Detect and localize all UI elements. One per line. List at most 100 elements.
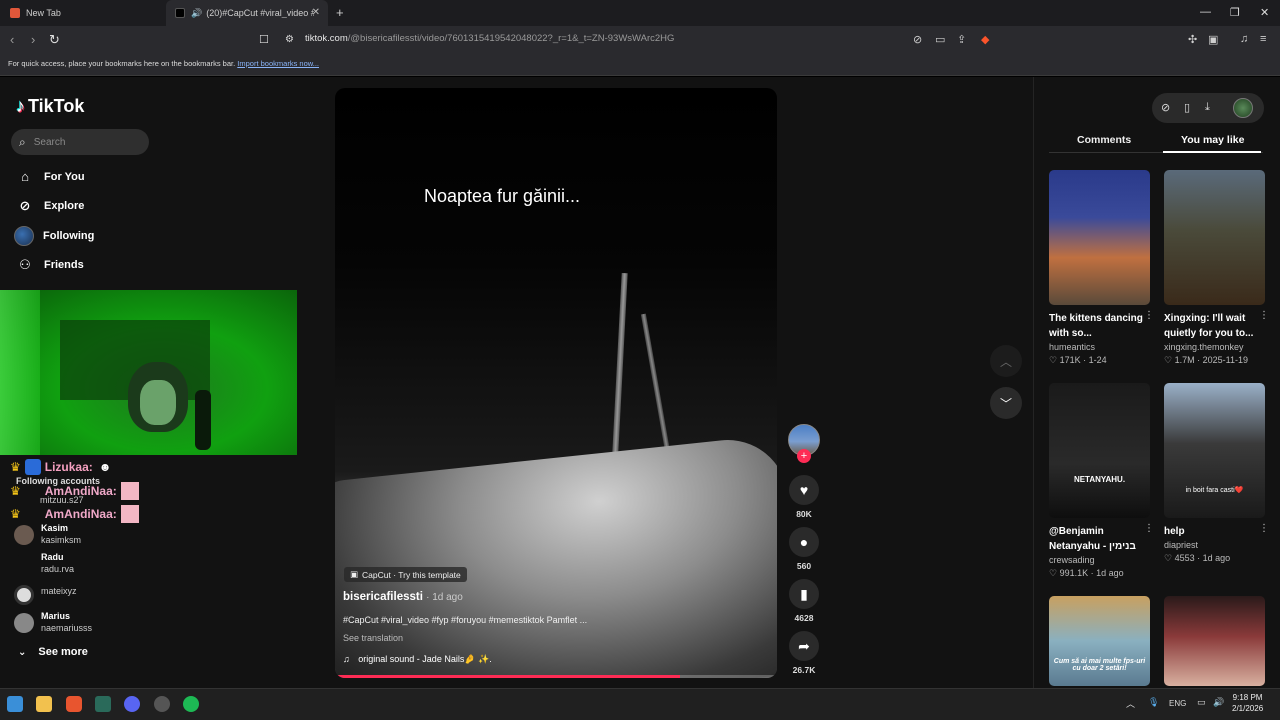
new-tab-icon[interactable]: + [336,5,344,20]
led-strip [0,290,40,455]
video-thumbnail[interactable]: in boit fara casti❤️ [1164,383,1265,518]
tray-chevron-icon[interactable]: ︿ [1126,697,1135,710]
account-item[interactable]: Kasim kasimksm [14,523,81,546]
forward-icon[interactable]: › [31,32,35,47]
spotify-icon[interactable] [183,696,199,712]
share-page-icon[interactable]: ⇪ [957,33,966,46]
reload-icon[interactable]: ↻ [49,32,60,48]
comment-button[interactable]: ● 560 [788,527,820,571]
card-user[interactable]: crewsading [1049,555,1150,565]
tiktok-logo[interactable]: ♪ TikTok [16,96,84,117]
progress-bar[interactable] [335,675,680,678]
profile-avatar[interactable] [1233,98,1253,118]
clock-date: 2/1/2026 [1232,704,1264,713]
account-item[interactable]: Radu radu.rva [14,552,74,575]
avatar [14,613,34,633]
import-bookmarks-link[interactable]: Import bookmarks now... [237,59,319,68]
tab-you-may-like[interactable]: You may like [1181,134,1244,146]
nav-friends[interactable]: ⚇ Friends [16,257,84,273]
comment-icon[interactable]: ● [789,527,819,557]
more-options-icon[interactable]: ⋮ [1259,310,1269,321]
maximize-icon[interactable]: ❐ [1230,6,1240,19]
bookmark-page-icon[interactable]: ☐ [259,33,269,46]
menu-icon[interactable]: ≡ [1260,33,1266,45]
more-options-icon[interactable]: ⋮ [1259,523,1269,534]
video-author[interactable]: bisericafilessti · 1d ago [343,591,463,603]
video-scene [640,313,671,453]
volume-icon[interactable]: 🔊 [1213,697,1224,708]
account-item[interactable]: mateixyz [14,583,77,605]
account-item[interactable]: Marius naemariusss [14,611,92,634]
microphone-icon[interactable]: 🎙 [1148,697,1159,708]
nav-following[interactable]: Following [14,226,94,246]
discord-icon[interactable] [124,696,140,712]
next-video-button[interactable]: ﹀ [990,387,1022,419]
network-icon[interactable]: ▭ [1197,697,1206,708]
cast-icon[interactable]: ▭ [935,33,945,46]
terminal-icon[interactable] [95,696,111,712]
share-button[interactable]: ➦ 26.7K [788,631,820,675]
file-explorer-icon[interactable] [36,696,52,712]
save-button[interactable]: ▮ 4628 [788,579,820,623]
video-thumbnail[interactable]: NETANYAHU. [1049,383,1150,518]
suggested-video-card[interactable]: NETANYAHU. ⋮ @Benjamin Netanyahu - בנימי… [1049,383,1154,579]
phone-icon[interactable]: ▯ [1184,101,1190,114]
suggested-video-card[interactable]: in boit fara casti❤️ ⋮ help diapriest ♡ … [1164,383,1269,564]
brand-name: TikTok [28,96,85,116]
obs-icon[interactable] [154,696,170,712]
tab-new-tab[interactable]: New Tab [0,0,166,26]
suggested-video-card[interactable]: ⋮ The kittens dancing with so... humeant… [1049,170,1154,366]
close-tab-icon[interactable]: ✕ [312,7,320,18]
card-user[interactable]: diapriest [1164,540,1265,550]
active-tab-indicator [1163,151,1261,153]
mute-site-icon[interactable]: ⊘ [913,33,922,46]
nav-for-you[interactable]: ⌂ For You [16,169,84,184]
card-user[interactable]: xingxing.themonkey [1164,342,1265,352]
card-stats: ♡ 991.1K · 1d ago [1049,568,1124,578]
tab-tiktok[interactable]: 🔊 (20)#CapCut #viral_video #fyp ✕ [166,0,328,26]
suggested-video-card[interactable] [1164,596,1265,686]
see-translation-link[interactable]: See translation [343,633,403,643]
close-window-icon[interactable]: ✕ [1260,6,1269,19]
see-more-button[interactable]: ⌄ See more [18,646,88,658]
wallet-icon[interactable]: ▣ [1208,33,1218,46]
sound-link[interactable]: ♫ original sound - Jade Nails🤌 ✨. [343,654,492,665]
video-thumbnail[interactable] [1164,596,1265,686]
video-player[interactable]: Noaptea fur găinii... [335,88,777,678]
previous-video-button[interactable]: ︿ [990,345,1022,377]
language-indicator[interactable]: ENG [1169,699,1186,708]
windows-start-icon[interactable] [7,696,23,712]
media-icon[interactable]: ♫ [1240,33,1248,45]
extensions-icon[interactable]: ✣ [1188,33,1197,46]
nav-explore[interactable]: ⊘ Explore [16,198,85,214]
follow-plus-icon[interactable]: + [797,449,811,463]
compass-icon[interactable]: ⊘ [1161,101,1170,114]
heart-icon[interactable]: ♥ [789,475,819,505]
more-options-icon[interactable]: ⋮ [1144,523,1154,534]
url-field[interactable]: tiktok.com/@bisericafilessti/video/76013… [305,33,674,44]
author-name[interactable]: bisericafilessti [343,591,423,603]
tab-comments[interactable]: Comments [1077,134,1131,146]
back-icon[interactable]: ‹ [10,32,14,47]
like-button[interactable]: ♥ 80K [788,475,820,519]
bookmark-icon[interactable]: ▮ [789,579,819,609]
chat-user: Lizukaa: [44,460,93,474]
minimize-icon[interactable]: — [1200,6,1211,18]
tab-label: New Tab [26,8,61,18]
suggested-video-card[interactable]: ⋮ Xingxing: I'll wait quietly for you to… [1164,170,1269,366]
more-options-icon[interactable]: ⋮ [1144,310,1154,321]
suggested-video-card[interactable]: Cum să ai mai multe fps-uri cu doar 2 se… [1049,596,1150,686]
video-thumbnail[interactable]: Cum să ai mai multe fps-uri cu doar 2 se… [1049,596,1150,686]
system-clock[interactable]: 9:18 PM 2/1/2026 [1232,692,1263,714]
video-thumbnail[interactable] [1049,170,1150,305]
speaker-icon[interactable]: 🔊 [191,8,202,19]
download-icon[interactable]: ⤓ [1205,101,1210,114]
video-thumbnail[interactable] [1164,170,1265,305]
site-info-icon[interactable]: ⚙ [285,34,294,45]
search-input[interactable]: ⌕ Search [11,129,149,155]
card-user[interactable]: humeantics [1049,342,1150,352]
share-icon[interactable]: ➦ [789,631,819,661]
capcut-template-button[interactable]: ▣ CapCut · Try this template [344,567,467,582]
brave-shields-icon[interactable]: ◆ [981,33,989,46]
brave-icon[interactable] [66,696,82,712]
